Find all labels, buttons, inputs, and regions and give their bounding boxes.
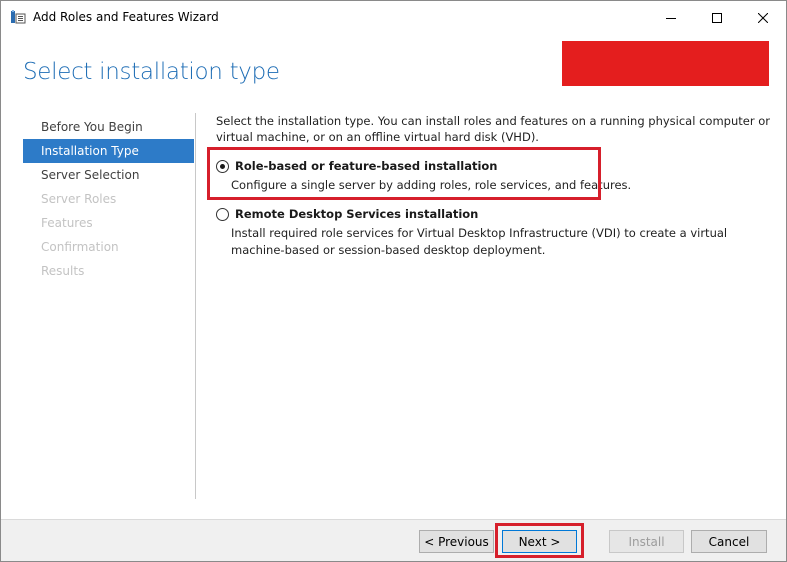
destination-server-redacted bbox=[562, 41, 769, 86]
remote-desktop-label[interactable]: Remote Desktop Services installation bbox=[235, 207, 478, 221]
step-before-you-begin[interactable]: Before You Begin bbox=[23, 115, 194, 139]
server-manager-icon bbox=[10, 9, 26, 25]
previous-button[interactable]: < Previous bbox=[419, 530, 494, 553]
window-title: Add Roles and Features Wizard bbox=[33, 10, 219, 24]
step-results: Results bbox=[41, 264, 85, 278]
minimize-icon bbox=[666, 8, 676, 27]
remote-desktop-radio[interactable] bbox=[216, 208, 229, 221]
maximize-icon bbox=[712, 8, 722, 27]
step-server-selection[interactable]: Server Selection bbox=[23, 163, 194, 187]
close-icon bbox=[757, 8, 769, 27]
maximize-button[interactable] bbox=[694, 1, 740, 33]
role-based-highlight-box bbox=[207, 147, 601, 200]
close-button[interactable] bbox=[740, 1, 786, 33]
step-server-roles: Server Roles bbox=[41, 192, 117, 206]
step-confirmation: Confirmation bbox=[41, 240, 119, 254]
step-features: Features bbox=[41, 216, 93, 230]
wizard-steps-nav: Before You Begin Installation Type Serve… bbox=[23, 115, 194, 283]
title-bar[interactable]: Add Roles and Features Wizard bbox=[1, 1, 786, 33]
install-button: Install bbox=[609, 530, 684, 553]
sidebar-divider bbox=[195, 113, 196, 499]
step-installation-type[interactable]: Installation Type bbox=[23, 139, 194, 163]
wizard-window: Add Roles and Features Wizard Select ins… bbox=[0, 0, 787, 562]
next-highlight-box bbox=[495, 523, 584, 558]
intro-text: Select the installation type. You can in… bbox=[216, 114, 770, 144]
page-title: Select installation type bbox=[23, 59, 280, 85]
cancel-button[interactable]: Cancel bbox=[691, 530, 767, 553]
minimize-button[interactable] bbox=[648, 1, 694, 33]
remote-desktop-description: Install required role services for Virtu… bbox=[231, 226, 728, 257]
